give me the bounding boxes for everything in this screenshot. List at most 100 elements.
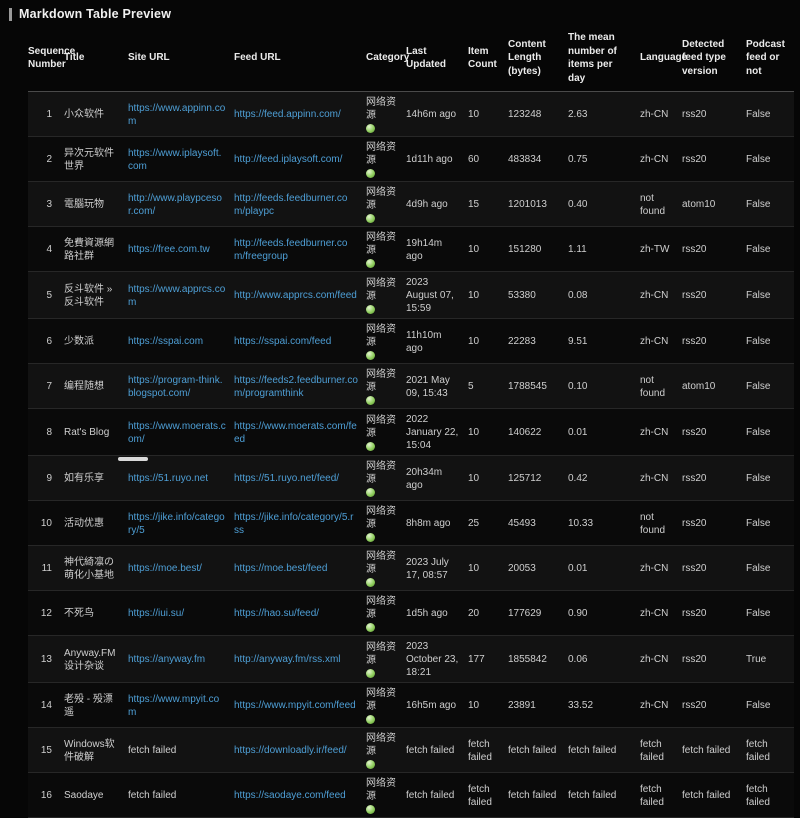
cell-mean-items: 0.01 <box>568 409 640 456</box>
category-label: 网络资源 <box>366 461 396 485</box>
cell-content-length: 1201013 <box>508 182 568 227</box>
feed-url-link[interactable]: https://downloadly.ir/feed/ <box>234 745 347 756</box>
cell-title: 小众软件 <box>64 92 128 137</box>
cell-title: 活动优惠 <box>64 501 128 546</box>
col-header-podcast: Podcast feed or not <box>746 26 794 92</box>
category-label: 网络资源 <box>366 187 396 211</box>
cell-language: zh-CN <box>640 546 682 591</box>
cell-content-length: 23891 <box>508 683 568 728</box>
cell-feed-type: rss20 <box>682 227 746 272</box>
feed-url-link[interactable]: https://feeds2.feedburner.com/programthi… <box>234 375 358 399</box>
cell-feed-type: rss20 <box>682 456 746 501</box>
cell-category: 网络资源 <box>366 683 406 728</box>
feed-url-link[interactable]: https://sspai.com/feed <box>234 336 331 347</box>
cell-category: 网络资源 <box>366 591 406 636</box>
feed-url-link[interactable]: https://feed.appinn.com/ <box>234 109 341 120</box>
cell-language: not found <box>640 501 682 546</box>
site-url-link[interactable]: https://jike.info/category/5 <box>128 512 225 536</box>
col-header-mean-items: The mean number of items per day <box>568 26 640 92</box>
col-header-feed-type: Detected feed type version <box>682 26 746 92</box>
cell-sequence: 13 <box>28 636 64 683</box>
cell-last-updated: 1d5h ago <box>406 591 468 636</box>
site-url-link[interactable]: https://iui.su/ <box>128 608 184 619</box>
category-label: 网络资源 <box>366 778 396 802</box>
cell-item-count: 5 <box>468 364 508 409</box>
site-url-link[interactable]: https://www.appinn.com <box>128 103 225 127</box>
cell-site-url: https://iui.su/ <box>128 591 234 636</box>
cell-feed-url: http://www.apprcs.com/feed <box>234 272 366 319</box>
site-url-link[interactable]: https://www.moerats.com/ <box>128 421 226 445</box>
col-header-item-count: Item Count <box>468 26 508 92</box>
cell-item-count: 10 <box>468 272 508 319</box>
site-url-link[interactable]: https://sspai.com <box>128 336 203 347</box>
cell-title: 少数派 <box>64 319 128 364</box>
site-url-link[interactable]: https://www.iplaysoft.com <box>128 148 221 172</box>
cell-last-updated: 20h34m ago <box>406 456 468 501</box>
site-url-link: fetch failed <box>128 745 176 756</box>
cell-title: 老殁 - 殁漂遥 <box>64 683 128 728</box>
green-circle-icon <box>366 623 375 632</box>
table-row: 9 如有乐享 https://51.ruyo.net https://51.ru… <box>28 456 794 501</box>
cell-content-length: 1855842 <box>508 636 568 683</box>
cell-mean-items: 0.75 <box>568 137 640 182</box>
cell-podcast: False <box>746 319 794 364</box>
cell-language: zh-CN <box>640 92 682 137</box>
table-row: 7 编程随想 https://program-think.blogspot.co… <box>28 364 794 409</box>
site-url-link[interactable]: https://51.ruyo.net <box>128 473 208 484</box>
cell-site-url: https://free.com.tw <box>128 227 234 272</box>
site-url-link[interactable]: https://program-think.blogspot.com/ <box>128 375 222 399</box>
site-url-link[interactable]: http://www.playpcesor.com/ <box>128 193 222 217</box>
cell-item-count: 25 <box>468 501 508 546</box>
cell-mean-items: 0.40 <box>568 182 640 227</box>
cell-podcast: fetch failed <box>746 728 794 773</box>
feed-url-link[interactable]: http://feeds.feedburner.com/playpc <box>234 193 347 217</box>
site-url-link[interactable]: https://www.mpyit.com <box>128 694 219 718</box>
col-header-language: Language <box>640 26 682 92</box>
cell-feed-url: https://moe.best/feed <box>234 546 366 591</box>
horizontal-scrollbar-thumb[interactable] <box>118 457 148 461</box>
site-url-link[interactable]: https://moe.best/ <box>128 563 202 574</box>
feed-url-link[interactable]: http://feed.iplaysoft.com/ <box>234 154 342 165</box>
cell-mean-items: fetch failed <box>568 728 640 773</box>
feed-url-link[interactable]: https://hao.su/feed/ <box>234 608 319 619</box>
feed-url-link[interactable]: https://51.ruyo.net/feed/ <box>234 473 339 484</box>
cell-last-updated: 2022 January 22, 15:04 <box>406 409 468 456</box>
feed-url-link[interactable]: http://www.apprcs.com/feed <box>234 290 357 301</box>
green-circle-icon <box>366 124 375 133</box>
cell-site-url: https://www.appinn.com <box>128 92 234 137</box>
cell-feed-url: https://feeds2.feedburner.com/programthi… <box>234 364 366 409</box>
cell-item-count: 15 <box>468 182 508 227</box>
site-url-link[interactable]: https://anyway.fm <box>128 654 205 665</box>
col-header-category: Category <box>366 26 406 92</box>
feed-url-link[interactable]: https://moe.best/feed <box>234 563 327 574</box>
table-row: 11 神代綺凛の萌化小基地 https://moe.best/ https://… <box>28 546 794 591</box>
cell-mean-items: 0.08 <box>568 272 640 319</box>
site-url-link[interactable]: https://free.com.tw <box>128 244 210 255</box>
feed-url-link[interactable]: https://www.moerats.com/feed <box>234 421 357 445</box>
cell-language: zh-CN <box>640 272 682 319</box>
cell-category: 网络资源 <box>366 456 406 501</box>
table-row: 8 Rat's Blog https://www.moerats.com/ ht… <box>28 409 794 456</box>
category-label: 网络资源 <box>366 688 396 712</box>
cell-site-url: fetch failed <box>128 773 234 818</box>
feed-url-link[interactable]: https://www.mpyit.com/feed <box>234 700 356 711</box>
cell-feed-url: https://hao.su/feed/ <box>234 591 366 636</box>
feed-url-link[interactable]: https://saodaye.com/feed <box>234 790 346 801</box>
cell-feed-type: rss20 <box>682 272 746 319</box>
feed-url-link[interactable]: https://jike.info/category/5.rss <box>234 512 354 536</box>
cell-category: 网络资源 <box>366 409 406 456</box>
table-row: 14 老殁 - 殁漂遥 https://www.mpyit.com https:… <box>28 683 794 728</box>
table-row: 4 免費資源網路社群 https://free.com.tw http://fe… <box>28 227 794 272</box>
cell-mean-items: 0.10 <box>568 364 640 409</box>
site-url-link[interactable]: https://www.apprcs.com <box>128 284 225 308</box>
feed-url-link[interactable]: http://feeds.feedburner.com/freegroup <box>234 238 347 262</box>
col-header-feed-url: Feed URL <box>234 26 366 92</box>
col-header-site-url: Site URL <box>128 26 234 92</box>
cell-sequence: 2 <box>28 137 64 182</box>
category-label: 网络资源 <box>366 278 396 302</box>
green-circle-icon <box>366 533 375 542</box>
cell-category: 网络资源 <box>366 137 406 182</box>
cell-sequence: 12 <box>28 591 64 636</box>
cell-item-count: fetch failed <box>468 773 508 818</box>
feed-url-link[interactable]: http://anyway.fm/rss.xml <box>234 654 341 665</box>
